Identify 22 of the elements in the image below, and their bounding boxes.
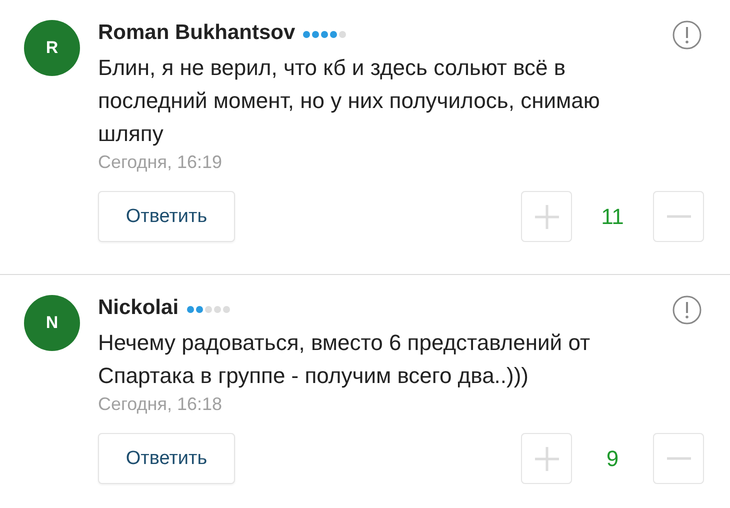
downvote-button[interactable] xyxy=(653,191,704,242)
comment-text: Блин, я не верил, что кб и здесь сольют всё в последний момент, но у них получилось, снимаю шляпу xyxy=(98,54,601,148)
comment-text: Нечему радоваться, вместо 6 представлений от Спартака в группе - получим всего два..))) xyxy=(98,329,592,390)
author-name[interactable]: Roman Bukhantsov xyxy=(98,21,296,45)
downvote-button[interactable] xyxy=(653,433,704,484)
plus-icon xyxy=(534,204,560,230)
score: 11 xyxy=(600,204,625,230)
upvote-button[interactable] xyxy=(521,433,572,484)
upvote-button[interactable] xyxy=(521,191,572,242)
score: 9 xyxy=(605,446,620,472)
minus-icon xyxy=(666,457,692,460)
minus-icon xyxy=(666,215,692,218)
reply-button[interactable]: Ответить xyxy=(98,191,235,242)
comment-date: Сегодня, 16:19 xyxy=(98,152,224,173)
comment-date: Сегодня, 16:18 xyxy=(98,394,224,415)
report-icon[interactable] xyxy=(672,20,702,50)
report-icon[interactable] xyxy=(672,295,702,325)
author-name[interactable]: Nickolai xyxy=(98,296,179,320)
reply-button[interactable]: Ответить xyxy=(98,433,235,484)
plus-icon xyxy=(534,446,560,472)
avatar: N xyxy=(24,295,80,351)
avatar: R xyxy=(24,20,80,76)
